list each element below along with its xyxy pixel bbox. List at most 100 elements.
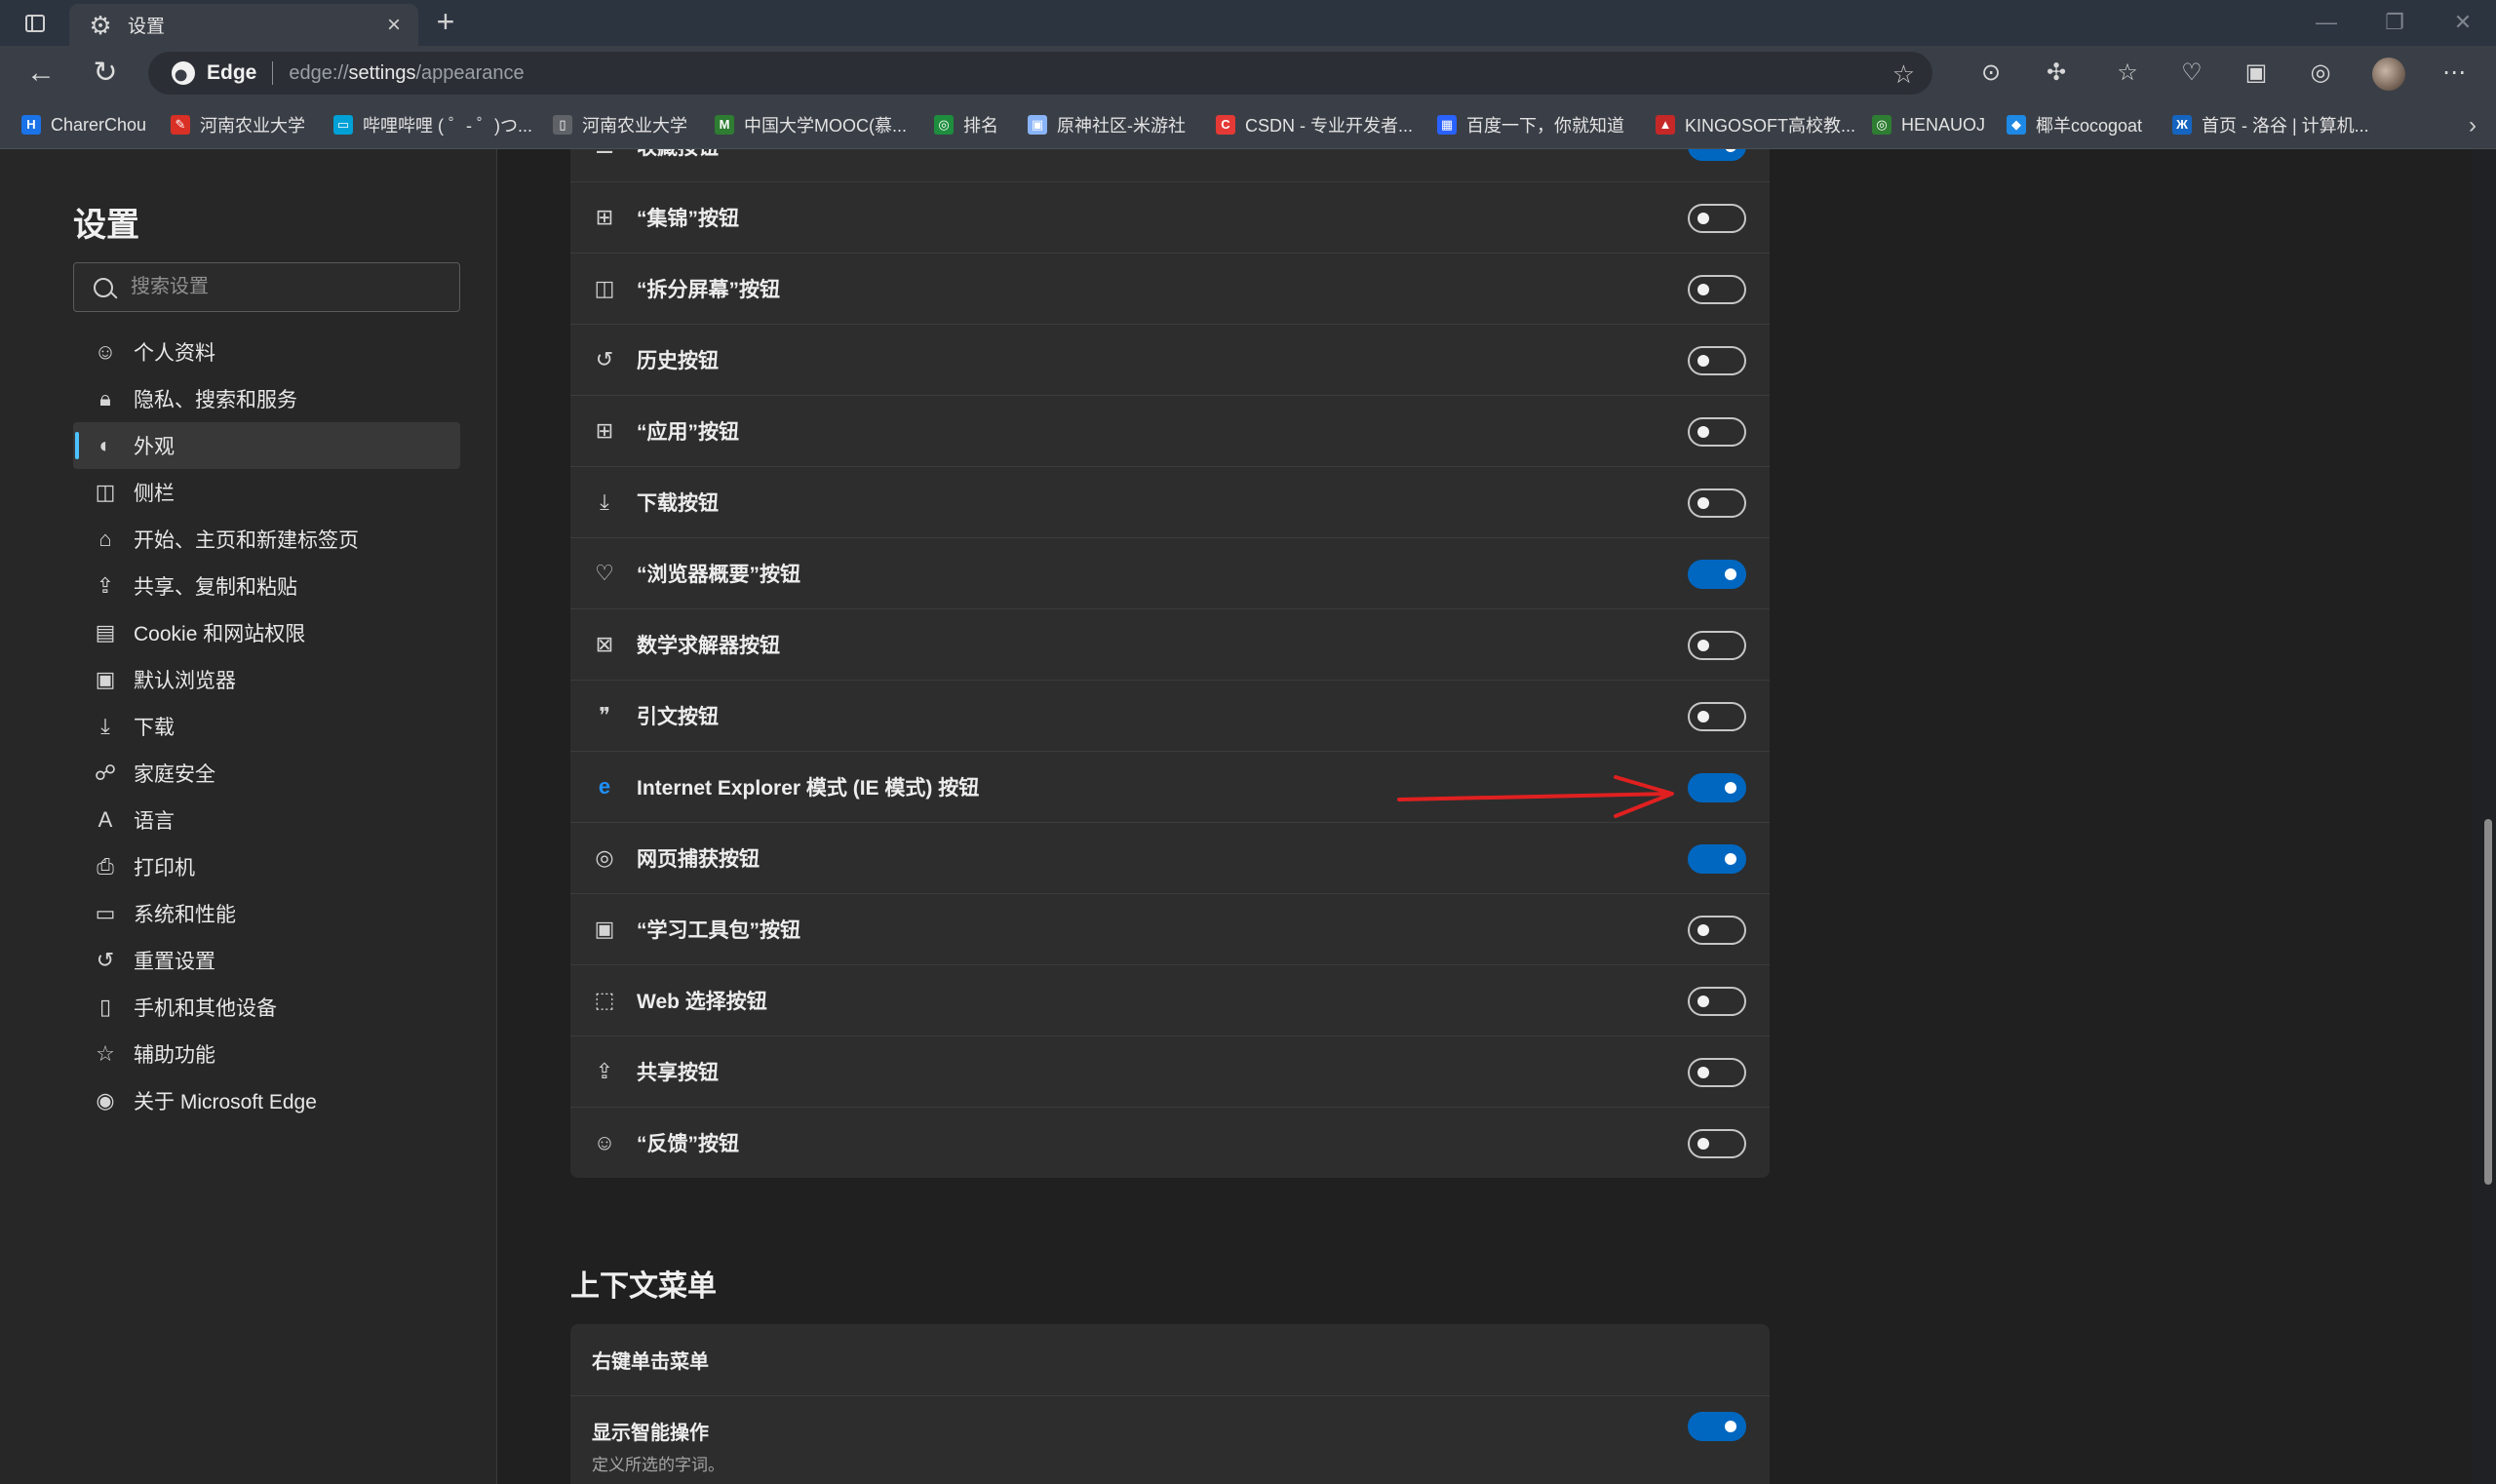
bookmark-label: 河南农业大学 [200,116,305,136]
setting-label: “应用”按钮 [637,421,739,444]
essentials-icon: ♡ [595,561,614,585]
setting-label: 共享按钮 [637,1062,719,1084]
setting-toggle[interactable] [1688,773,1746,802]
back-button[interactable]: ← [21,55,60,92]
browser-essentials-icon[interactable]: ♡ [2172,55,2211,92]
bookmark-item[interactable]: ▣ 原神社区-米游社 [1028,112,1186,137]
sidebar-item-label: 下载 [134,717,175,739]
search-input[interactable] [131,276,443,298]
setting-toggle[interactable] [1688,149,1746,161]
tab-bar: ⚙ 设置 × + — ❐ ✕ [0,0,2496,46]
search-icon [94,277,113,297]
restore-button[interactable]: ❐ [2365,6,2424,39]
reset-icon: ↺ [96,948,115,972]
setting-toggle[interactable] [1688,417,1746,447]
setting-toggle[interactable] [1688,1058,1746,1087]
sidebar-item-label: 开始、主页和新建标签页 [134,529,359,552]
bookmark-item[interactable]: C CSDN - 专业开发者... [1216,112,1413,137]
bookmark-item[interactable]: ✎ 河南农业大学 [171,112,305,137]
setting-row: ▣ “学习工具包”按钮 [570,893,1770,964]
setting-toggle[interactable] [1688,844,1746,874]
bookmark-item[interactable]: M 中国大学MOOC(慕... [715,112,907,137]
ie-mode-icon[interactable]: ▣ [2237,55,2276,92]
setting-row: ↺ 历史按钮 [570,324,1770,395]
address-bar[interactable]: Edge edge://settings/appearance ☆ [148,52,1932,95]
more-menu-icon[interactable]: ⋯ [2435,55,2474,92]
bookmark-item[interactable]: H CharerChou [21,112,146,137]
sidebar-item[interactable]: ↺ 重置设置 [73,937,460,984]
web-capture-icon[interactable]: ◎ [2301,55,2340,92]
setting-toggle[interactable] [1688,488,1746,518]
bookmark-item[interactable]: ▦ 百度一下，你就知道 [1437,112,1624,137]
sidebar-item-label: 手机和其他设备 [134,997,277,1020]
bookmark-item[interactable]: ◎ HENAUOJ [1872,112,1985,137]
sidebar-item[interactable]: ▯ 手机和其他设备 [73,984,460,1031]
setting-label: “浏览器概要”按钮 [637,564,800,586]
bookmark-item[interactable]: ▭ 哔哩哔哩 ( ゜- ゜)つ... [333,112,532,137]
ie-mode-icon: e [598,774,611,799]
sidebar-item[interactable]: ◫ 侧栏 [73,469,460,516]
setting-row: ⇪ 共享按钮 [570,1035,1770,1107]
extensions-icon[interactable]: ✣ [2037,55,2076,92]
bookmark-item[interactable]: ▲ KINGOSOFT高校教... [1656,112,1855,137]
sidebar-item[interactable]: A 语言 [73,797,460,843]
sidebar-item[interactable]: ▤ Cookie 和网站权限 [73,609,460,656]
minimize-button[interactable]: — [2297,6,2356,39]
setting-toggle[interactable] [1688,702,1746,731]
smart-actions-label: 显示智能操作 [592,1423,709,1444]
address-url[interactable]: edge://settings/appearance [289,62,524,85]
setting-row: ♡ “浏览器概要”按钮 [570,537,1770,608]
sidebar-item[interactable]: ▣ 默认浏览器 [73,656,460,703]
refresh-button[interactable]: ↻ [86,55,125,92]
setting-toggle[interactable] [1688,560,1746,589]
setting-toggle[interactable] [1688,916,1746,945]
web-capture-icon: ◎ [595,845,614,870]
setting-toggle[interactable] [1688,275,1746,304]
new-tab-button[interactable]: + [429,6,462,39]
tab-title: 设置 [128,17,166,37]
browser-icon: ▣ [95,667,116,691]
smart-actions-toggle[interactable] [1688,1412,1746,1441]
sidebar-item[interactable]: ⇪ 共享、复制和粘贴 [73,563,460,609]
sidebar-item[interactable]: ◐ 外观 [73,422,460,469]
setting-toggle[interactable] [1688,1129,1746,1158]
sidebar-item[interactable]: 🔒︎ 隐私、搜索和服务 [73,375,460,422]
setting-toggle[interactable] [1688,987,1746,1016]
sidebar-item-label: 系统和性能 [134,904,236,926]
tab-actions-button[interactable] [14,10,57,37]
sidebar-item[interactable]: ⤓ 下载 [73,703,460,750]
bookmark-favicon-icon: M [715,115,734,135]
bookmark-favicon-icon: ▦ [1437,115,1457,135]
sidebar-item[interactable]: ▭ 系统和性能 [73,890,460,937]
favorites-icon[interactable]: ☆ [2108,55,2147,92]
close-window-button[interactable]: ✕ [2434,6,2492,39]
bookmark-favicon-icon: C [1216,115,1235,135]
sidebar-item[interactable]: ☺ 个人资料 [73,329,460,375]
sidebar-item[interactable]: ⌂ 开始、主页和新建标签页 [73,516,460,563]
sidebar-item[interactable]: ☆ 辅助功能 [73,1031,460,1077]
bookmark-item[interactable]: Ж 首页 - 洛谷 | 计算机... [2172,112,2369,137]
sidebar-item[interactable]: ◉ 关于 Microsoft Edge [73,1077,460,1124]
sidebar-item[interactable]: ⎙ 打印机 [73,843,460,890]
citation-icon: ❞ [599,703,610,727]
setting-toggle[interactable] [1688,631,1746,660]
reading-view-icon[interactable]: ⊙ [1971,55,2010,92]
collections-icon: ⊞ [595,205,614,229]
search-box[interactable] [73,262,460,312]
bookmark-item[interactable]: ◎ 排名 [934,112,998,137]
sidebar-item[interactable]: ☍ 家庭安全 [73,750,460,797]
edge-icon [172,61,195,85]
bookmark-item[interactable]: ▯ 河南农业大学 [553,112,687,137]
setting-toggle[interactable] [1688,204,1746,233]
bookmark-label: 哔哩哔哩 ( ゜- ゜)つ... [363,116,532,136]
bookmark-label: CSDN - 专业开发者... [1245,116,1414,136]
tab-settings[interactable]: ⚙ 设置 × [69,4,418,46]
bookmark-item[interactable]: ◆ 椰羊cocogoat [2007,112,2142,137]
avatar[interactable] [2372,58,2405,91]
bookmarks-overflow-chevron-icon[interactable]: › [2469,112,2476,139]
tab-close-button[interactable]: × [377,12,410,39]
page-scrollbar[interactable] [2484,819,2492,1185]
add-favorite-icon[interactable]: ☆ [1892,59,1915,90]
apps-icon: ⊞ [595,418,614,443]
setting-toggle[interactable] [1688,346,1746,375]
